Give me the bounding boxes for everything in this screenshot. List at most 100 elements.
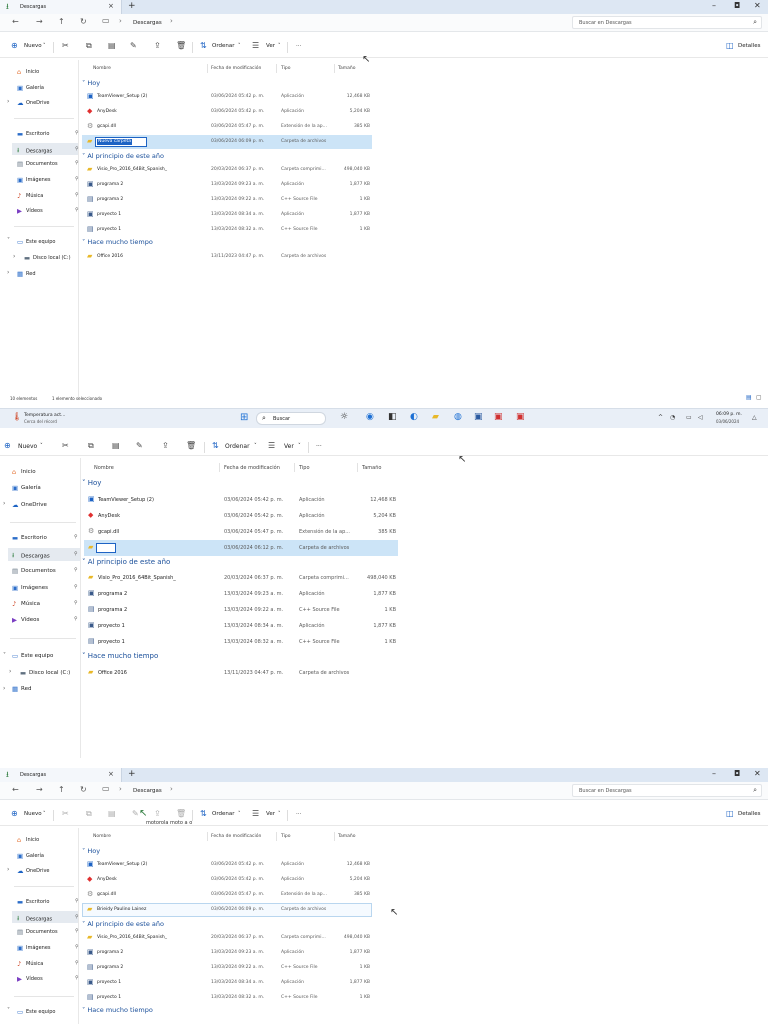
new-tab-icon[interactable]: +	[128, 769, 136, 779]
sidebar-item-network[interactable]: ▦ Red	[17, 270, 36, 278]
sidebar-item-this-pc[interactable]: ▭ Este equipo	[12, 652, 53, 660]
group-header-long-ago[interactable]: ˅ Hace mucho tiempo	[82, 1006, 153, 1014]
sidebar-item-videos[interactable]: ▶ Vídeos ⚲	[12, 616, 78, 624]
pin-icon[interactable]: ⚲	[75, 146, 79, 152]
group-header-early-year[interactable]: ˅ Al principio de este año	[82, 558, 170, 566]
rename-icon[interactable]: ✎	[132, 809, 139, 818]
table-row[interactable]: ◆ AnyDesk 03/06/2024 05:42 p. m. Aplicac…	[84, 508, 398, 524]
chevron-right-icon[interactable]: ›	[7, 269, 9, 276]
sidebar-item-home[interactable]: ⌂ Inicio	[17, 836, 39, 844]
paste-icon[interactable]: ▤	[108, 809, 116, 818]
pin-icon[interactable]: ⚲	[75, 130, 79, 136]
close-tab-icon[interactable]: ×	[108, 770, 114, 778]
rename-icon[interactable]: ✎	[136, 441, 143, 450]
column-header-modified[interactable]: Fecha de modificación	[211, 66, 261, 71]
sidebar-item-pictures[interactable]: ▣ Imágenes ⚲	[17, 176, 79, 184]
minimize-icon[interactable]: –	[712, 1, 716, 10]
pin-icon[interactable]: ⚲	[75, 192, 79, 198]
view-button[interactable]: Ver	[266, 811, 275, 817]
task-view-icon[interactable]: ◧	[388, 412, 397, 422]
pin-icon[interactable]: ⚲	[75, 898, 79, 904]
table-row[interactable]: ▣ programa 2 13/03/2024 09:23 a. m. Apli…	[82, 178, 372, 192]
column-header-modified[interactable]: Fecha de modificación	[224, 465, 280, 471]
column-header-size[interactable]: Tamaño	[362, 465, 381, 471]
pin-icon[interactable]: ⚲	[74, 584, 78, 590]
sidebar-item-onedrive[interactable]: ☁ OneDrive	[17, 867, 50, 875]
rename-input[interactable]: Nueva carpeta	[95, 137, 147, 147]
maximize-icon[interactable]: ◘	[734, 1, 740, 10]
sidebar-item-videos[interactable]: ▶ Vídeos ⚲	[17, 207, 79, 215]
column-header-type[interactable]: Tipo	[299, 465, 310, 471]
sidebar-item-this-pc[interactable]: ▭ Este equipo	[17, 238, 55, 246]
table-row[interactable]: ▣ proyecto 1 13/03/2024 08:34 a. m. Apli…	[82, 976, 372, 990]
pin-icon[interactable]: ⚲	[75, 975, 79, 981]
pin-icon[interactable]: ⚲	[74, 551, 78, 557]
browser-icon[interactable]: ◐	[410, 412, 418, 422]
chevron-down-icon[interactable]: ˅	[3, 652, 6, 659]
sort-button[interactable]: Ordenar	[212, 43, 235, 49]
column-divider[interactable]	[276, 64, 277, 73]
taskbar-search[interactable]: ⌕ Buscar	[256, 412, 326, 425]
minimize-icon[interactable]: –	[712, 769, 716, 778]
forward-icon[interactable]: →	[36, 17, 43, 26]
table-row[interactable]: ▤ proyecto 1 13/03/2024 08:32 a. m. C++ …	[82, 991, 372, 1005]
table-row[interactable]: ▰ Office 2016 13/11/2023 04:47 p. m. Car…	[82, 250, 372, 264]
back-icon[interactable]: ←	[12, 785, 19, 794]
table-row[interactable]: ▣ TeamViewer_Setup (2) 03/06/2024 05:42 …	[82, 90, 372, 104]
share-icon[interactable]: ⇪	[154, 809, 161, 818]
close-tab-icon[interactable]: ×	[108, 2, 114, 10]
file-explorer-icon[interactable]: ▰	[432, 412, 439, 422]
sidebar-item-documents[interactable]: ▤ Documentos ⚲	[17, 160, 79, 168]
chevron-right-icon[interactable]: ›	[7, 866, 9, 873]
new-button[interactable]: Nuevo	[18, 443, 37, 450]
group-header-early-year[interactable]: ˅ Al principio de este año	[82, 920, 164, 928]
chevron-right-icon[interactable]: ›	[13, 253, 15, 260]
sidebar-item-local-disk[interactable]: ▬ Disco local (C:)	[20, 669, 70, 677]
copy-icon[interactable]: ⧉	[86, 809, 92, 819]
column-header-type[interactable]: Tipo	[281, 834, 290, 839]
sidebar-item-music[interactable]: ♪ Música ⚲	[17, 960, 79, 968]
column-divider[interactable]	[357, 463, 358, 472]
sidebar-item-documents[interactable]: ▤ Documentos ⚲	[17, 928, 79, 936]
sidebar-item-desktop[interactable]: ▬ Escritorio ⚲	[17, 898, 79, 906]
pin-icon[interactable]: ⚲	[74, 600, 78, 606]
table-row[interactable]: ▰ Visio_Pro_2016_64Bit_Spanish_ 20/03/20…	[84, 570, 398, 586]
sidebar-item-music[interactable]: ♪ Música ⚲	[12, 600, 78, 608]
tab-descargas[interactable]: ⭳ Descargas ×	[0, 768, 122, 782]
copy-icon[interactable]: ⧉	[86, 41, 92, 51]
table-row[interactable]: ▤ programa 2 13/03/2024 09:22 a. m. C++ …	[84, 602, 398, 618]
tab-descargas[interactable]: ⭳ Descargas ×	[0, 0, 122, 14]
display-tray-icon[interactable]: ▭	[686, 414, 692, 421]
pin-icon[interactable]: ⚲	[74, 534, 78, 540]
details-view-icon[interactable]: ▤	[746, 394, 752, 401]
table-row[interactable]: ⚙ gcapi.dll 03/06/2024 05:47 p. m. Exten…	[84, 524, 398, 540]
sort-button[interactable]: Ordenar	[212, 811, 235, 817]
more-options-button[interactable]: ···	[296, 43, 301, 49]
chevron-right-icon[interactable]: ›	[7, 98, 9, 105]
view-button[interactable]: Ver	[266, 43, 275, 49]
up-icon[interactable]: ↑	[58, 17, 65, 26]
new-button[interactable]: Nuevo	[24, 43, 42, 49]
copilot-icon[interactable]: ◉	[366, 412, 374, 422]
sidebar-item-downloads[interactable]: ⭳ Descargas ⚲	[8, 548, 80, 561]
column-header-size[interactable]: Tamaño	[338, 834, 356, 839]
column-header-name[interactable]: Nombre	[94, 465, 114, 471]
volume-icon[interactable]: ◁	[698, 414, 703, 421]
pin-icon[interactable]: ⚲	[75, 207, 79, 213]
sidebar-item-documents[interactable]: ▤ Documentos ⚲	[12, 567, 78, 575]
edge-icon[interactable]: ◍	[454, 412, 462, 422]
close-window-icon[interactable]: ✕	[754, 769, 761, 778]
details-button[interactable]: Detalles	[738, 811, 760, 817]
copy-icon[interactable]: ⧉	[88, 441, 94, 451]
cut-icon[interactable]: ✂	[62, 809, 69, 818]
sidebar-item-gallery[interactable]: ▣ Galería	[17, 852, 44, 860]
table-row[interactable]: ▤ programa 2 13/03/2024 09:22 a. m. C++ …	[82, 961, 372, 975]
sort-button[interactable]: Ordenar	[225, 443, 250, 450]
sidebar-item-pictures[interactable]: ▣ Imágenes ⚲	[12, 584, 78, 592]
breadcrumb[interactable]: ▭ › Descargas ›	[102, 784, 562, 797]
cut-icon[interactable]: ✂	[62, 441, 69, 450]
column-header-type[interactable]: Tipo	[281, 66, 290, 71]
column-divider[interactable]	[207, 832, 208, 841]
app-icon[interactable]: ▣	[494, 412, 503, 422]
widgets-icon[interactable]: ☼	[340, 412, 348, 422]
